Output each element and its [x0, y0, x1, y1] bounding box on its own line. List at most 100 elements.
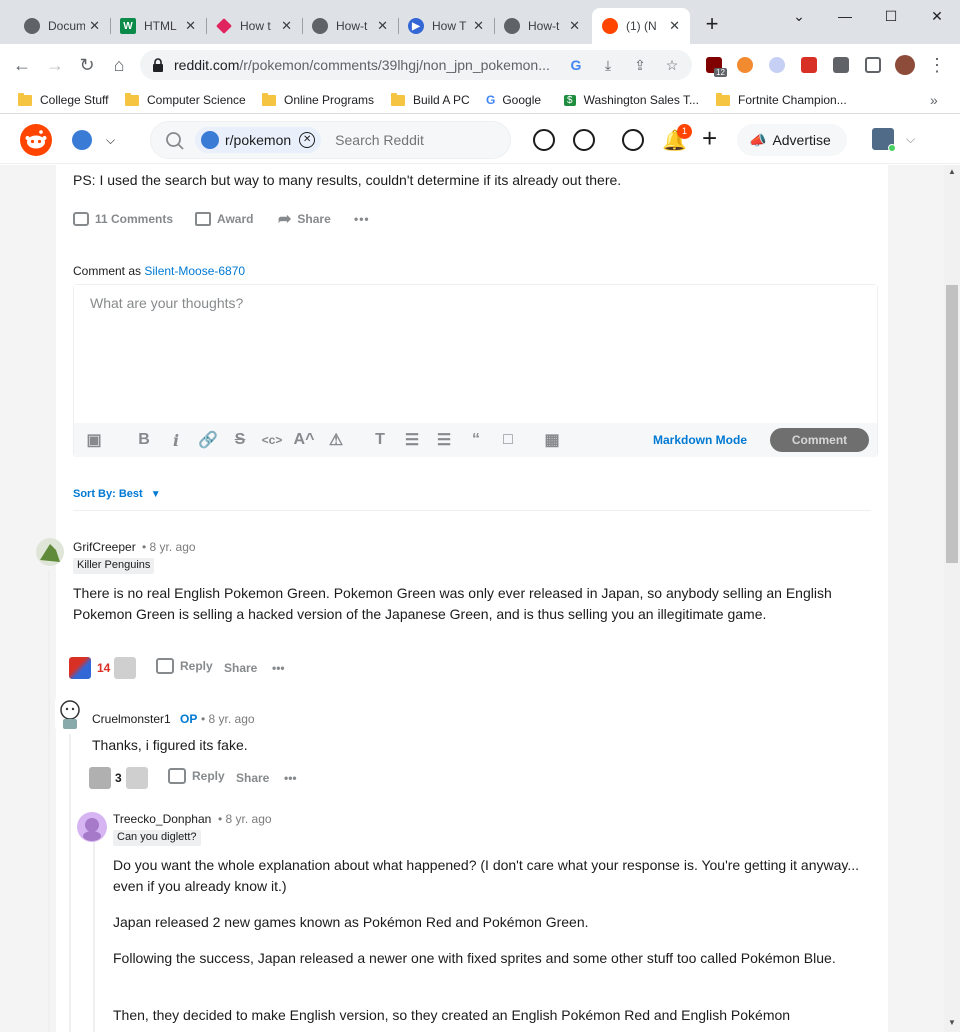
browser-tab[interactable]: How-t ✕: [494, 8, 590, 44]
upvote-icon[interactable]: [89, 767, 111, 789]
superscript-icon[interactable]: A^: [288, 431, 320, 449]
bookmark-online-programs[interactable]: Online Programs: [262, 90, 374, 110]
browser-tab[interactable]: Docum ✕: [14, 8, 110, 44]
minimize-button[interactable]: —: [822, 0, 868, 32]
community-switcher[interactable]: ⌵: [72, 130, 115, 150]
comment-author[interactable]: GrifCreeper: [73, 540, 136, 554]
bookmark-build-a-pc[interactable]: Build A PC: [391, 90, 470, 110]
post-comments-button[interactable]: 11 Comments: [73, 208, 173, 230]
close-tab-icon[interactable]: ✕: [281, 18, 292, 34]
search-bar[interactable]: r/pokemon ✕: [150, 121, 511, 159]
link-icon[interactable]: 🔗: [192, 430, 224, 450]
browser-tab[interactable]: ▶ How T ✕: [398, 8, 494, 44]
close-tab-icon[interactable]: ✕: [473, 18, 484, 34]
downvote-icon[interactable]: [125, 767, 148, 789]
side-panel-icon[interactable]: [865, 57, 881, 73]
user-menu[interactable]: ⌵: [872, 128, 915, 152]
comment-submit-button[interactable]: Comment: [770, 428, 869, 452]
post-award-button[interactable]: Award: [195, 208, 253, 230]
scroll-up-arrow[interactable]: ▲: [948, 167, 956, 176]
heading-icon[interactable]: T: [364, 431, 396, 449]
comment-as-username[interactable]: Silent-Moose-6870: [144, 264, 245, 278]
inline-code-icon[interactable]: <c>: [256, 433, 288, 447]
table-icon[interactable]: ▦: [536, 430, 568, 450]
bold-icon[interactable]: B: [128, 431, 160, 449]
strikethrough-icon[interactable]: S: [224, 431, 256, 449]
avatar[interactable]: [77, 812, 107, 842]
maximize-button[interactable]: ☐: [868, 0, 914, 32]
close-tab-icon[interactable]: ✕: [89, 18, 100, 34]
comment-input[interactable]: [74, 285, 877, 423]
close-tab-icon[interactable]: ✕: [377, 18, 388, 34]
bulleted-list-icon[interactable]: ☰: [396, 430, 428, 450]
new-tab-button[interactable]: +: [700, 13, 724, 35]
community-search-chip[interactable]: r/pokemon ✕: [195, 127, 322, 153]
upvote-icon[interactable]: [69, 657, 91, 679]
close-tab-icon[interactable]: ✕: [569, 18, 580, 34]
post-share-button[interactable]: ➦ Share: [278, 208, 331, 230]
italic-icon[interactable]: i: [160, 431, 192, 450]
back-icon[interactable]: ←: [11, 54, 33, 76]
close-tab-icon[interactable]: ✕: [185, 18, 196, 34]
avatar[interactable]: [36, 538, 64, 566]
scroll-down-arrow[interactable]: ▼: [948, 1018, 956, 1027]
puzzle-icon[interactable]: [833, 57, 849, 73]
comment-author[interactable]: Treecko_Donphan: [113, 812, 211, 826]
create-post-icon[interactable]: +: [702, 123, 717, 153]
bookmarks-overflow-icon[interactable]: »: [930, 90, 938, 110]
extension-icon[interactable]: [801, 57, 817, 73]
share-button[interactable]: Share: [224, 661, 257, 675]
reply-button[interactable]: Reply: [156, 658, 213, 674]
share-button[interactable]: Share: [236, 771, 269, 785]
profile-avatar[interactable]: [895, 55, 915, 75]
spoiler-icon[interactable]: ⚠: [320, 430, 352, 450]
extension-icon[interactable]: [737, 57, 753, 73]
google-lens-icon[interactable]: G: [564, 57, 588, 73]
home-icon[interactable]: ⌂: [108, 54, 130, 76]
markdown-mode-button[interactable]: Markdown Mode: [653, 433, 747, 447]
forward-icon[interactable]: →: [44, 54, 66, 76]
advertise-button[interactable]: 📣 Advertise: [737, 124, 847, 156]
downvote-icon[interactable]: [114, 657, 137, 679]
scrollbar-thumb[interactable]: [946, 285, 958, 563]
bookmark-computer-science[interactable]: Computer Science: [125, 90, 246, 110]
browser-tab-active[interactable]: (1) (N ✕: [592, 8, 690, 44]
tab-search-icon[interactable]: ⌄: [776, 0, 822, 32]
close-window-button[interactable]: ✕: [914, 0, 960, 32]
quote-icon[interactable]: “: [460, 431, 492, 449]
reddit-logo-icon[interactable]: [20, 124, 52, 156]
bookmark-star-icon[interactable]: ☆: [660, 57, 684, 74]
menu-icon[interactable]: ⋮: [926, 54, 948, 76]
coins-icon[interactable]: [573, 129, 595, 151]
bookmark-college-stuff[interactable]: College Stuff: [18, 90, 109, 110]
address-bar[interactable]: reddit.com/r/pokemon/comments/39lhgj/non…: [140, 50, 692, 80]
bookmark-washington-sales[interactable]: $ Washington Sales T...: [564, 90, 699, 110]
browser-tab[interactable]: How-t ✕: [302, 8, 398, 44]
search-input[interactable]: [335, 132, 506, 148]
avatar[interactable]: [55, 697, 85, 731]
post-more-options[interactable]: •••: [354, 208, 370, 230]
thread-line[interactable]: [48, 570, 50, 1032]
bookmark-google[interactable]: G Google: [486, 90, 541, 110]
sort-by-dropdown[interactable]: Sort By: Best ▼: [73, 488, 161, 500]
browser-tab[interactable]: How t ✕: [206, 8, 302, 44]
clear-chip-icon[interactable]: ✕: [299, 132, 316, 148]
share-icon[interactable]: ⇪: [628, 57, 652, 74]
close-tab-icon[interactable]: ✕: [669, 18, 680, 34]
numbered-list-icon[interactable]: ☰: [428, 430, 460, 450]
popular-icon[interactable]: [533, 129, 555, 151]
chat-icon[interactable]: [622, 129, 644, 151]
bookmark-fortnite[interactable]: Fortnite Champion...: [716, 90, 847, 110]
browser-tab[interactable]: W HTML ✕: [110, 8, 206, 44]
extension-icon[interactable]: [769, 57, 785, 73]
reply-button[interactable]: Reply: [168, 768, 225, 784]
more-options[interactable]: •••: [272, 661, 285, 675]
image-icon[interactable]: ▣: [78, 430, 110, 450]
thread-line[interactable]: [93, 842, 95, 1032]
comment-author[interactable]: Cruelmonster1: [92, 712, 171, 726]
reload-icon[interactable]: ↻: [76, 54, 98, 76]
thread-line[interactable]: [69, 734, 71, 1032]
more-options[interactable]: •••: [284, 771, 297, 785]
code-block-icon[interactable]: □: [492, 431, 524, 449]
install-icon[interactable]: ⤓: [596, 57, 620, 74]
